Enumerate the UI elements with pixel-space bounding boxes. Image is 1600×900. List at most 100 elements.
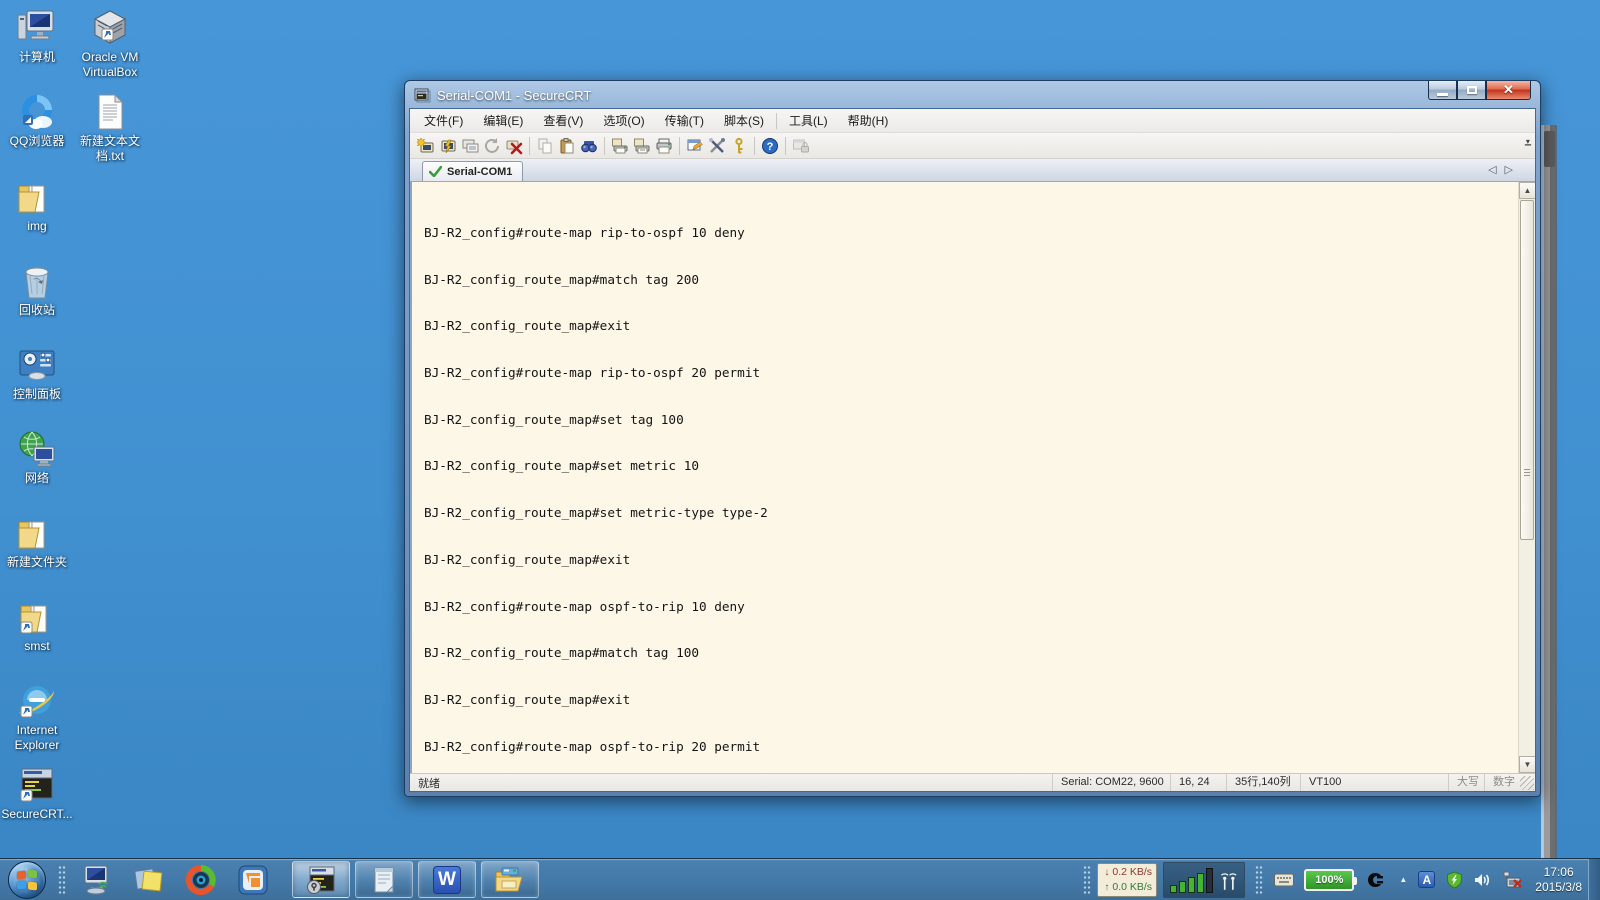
close-icon: ✕	[1503, 82, 1514, 98]
maximize-button[interactable]	[1457, 81, 1486, 100]
tab-label: Serial-COM1	[447, 166, 512, 178]
status-emulation: VT100	[1300, 774, 1364, 791]
signal-strength-widget[interactable]	[1163, 862, 1245, 898]
wps-icon: W	[433, 866, 461, 894]
scroll-up-icon[interactable]: ▲	[1519, 182, 1535, 199]
sticky-notes-icon[interactable]	[132, 863, 166, 897]
close-button[interactable]: ✕	[1486, 81, 1531, 100]
tab-bar: Serial-COM1 ◁▷	[410, 159, 1535, 182]
security-shield-icon[interactable]	[1446, 871, 1463, 889]
desktop-icon-img[interactable]: img	[0, 177, 78, 234]
toolbar-overflow-icon[interactable]: ▾▔	[1525, 138, 1531, 154]
network-disconnected-icon[interactable]	[1503, 871, 1523, 889]
menu-edit[interactable]: 编辑(E)	[473, 110, 533, 132]
volume-icon[interactable]	[1474, 872, 1492, 888]
menu-help[interactable]: 帮助(H)	[838, 110, 899, 132]
securecrt-window-icon	[414, 88, 431, 103]
print-preview-icon[interactable]	[609, 136, 631, 156]
scrollbar-thumb[interactable]	[1520, 200, 1534, 540]
folder-icon	[16, 177, 58, 217]
terminal-area[interactable]: BJ-R2_config#route-map rip-to-ospf 10 de…	[410, 182, 1535, 773]
taskbar-app-wps[interactable]: W	[418, 861, 476, 898]
menu-view[interactable]: 查看(V)	[533, 110, 593, 132]
terminal-scrollbar[interactable]: ▲ ▼	[1518, 182, 1535, 773]
keyboard-icon[interactable]	[1274, 873, 1294, 887]
terminal-text: BJ-R2_config#route-map rip-to-ospf 10 de…	[424, 195, 768, 773]
battery-indicator[interactable]: 100%	[1304, 869, 1354, 891]
connect-icon[interactable]	[437, 136, 459, 156]
vmware-icon[interactable]	[236, 863, 270, 897]
signal-bar	[1206, 868, 1213, 893]
quick-connect-icon[interactable]	[415, 136, 437, 156]
desktop-icon-label: 控制面板	[0, 387, 78, 402]
tab-serial-com1[interactable]: Serial-COM1	[422, 161, 523, 181]
menu-tools[interactable]: 工具(L)	[779, 110, 838, 132]
desktop-icon-label: smst	[0, 639, 78, 654]
signal-bar	[1197, 873, 1204, 893]
show-hidden-icons-button[interactable]: ▲	[1399, 875, 1407, 884]
resize-grip[interactable]	[1520, 776, 1534, 790]
print-icon[interactable]	[653, 136, 675, 156]
download-speed: 0.2 KB/s	[1112, 866, 1152, 878]
terminal-line: BJ-R2_config_route_map#exit	[424, 552, 768, 569]
desktop-icon-securecrt[interactable]: SecureCRT...	[0, 765, 78, 822]
windows-flag-icon	[17, 870, 26, 879]
menu-options[interactable]: 选项(O)	[593, 110, 654, 132]
terminal-line: BJ-R2_config_route_map#set metric 10	[424, 458, 768, 475]
window-titlebar[interactable]: Serial-COM1 - SecureCRT	[405, 81, 1540, 107]
desktop-icon-new-folder[interactable]: 新建文件夹	[0, 513, 78, 570]
folder-shortcut-icon	[16, 597, 58, 637]
desktop-icon-virtualbox[interactable]: Oracle VM VirtualBox	[69, 8, 151, 80]
taskbar-app-securecrt[interactable]	[292, 861, 350, 898]
desktop-icon-computer[interactable]: 计算机	[0, 8, 78, 65]
desktop-icon-label: Internet Explorer	[0, 723, 78, 753]
taskbar-clock[interactable]: 17:06 2015/3/8	[1535, 865, 1582, 895]
paste-icon[interactable]	[556, 136, 578, 156]
print-setup-icon[interactable]	[631, 136, 653, 156]
tray-grip[interactable]	[1083, 865, 1091, 895]
power-plug-icon[interactable]	[1365, 871, 1385, 889]
copy-icon[interactable]	[534, 136, 556, 156]
keymap-icon[interactable]	[728, 136, 750, 156]
desktop-icon-network[interactable]: 网络	[0, 429, 78, 486]
input-method-indicator[interactable]: A	[1418, 871, 1435, 888]
desktop-icon-label: Oracle VM VirtualBox	[69, 50, 151, 80]
help-icon[interactable]: ?	[759, 136, 781, 156]
taskbar: W ↓0.2 KB/s ↑0.0 KB/s 100% ▲ A	[0, 858, 1600, 900]
menu-transfer[interactable]: 传输(T)	[655, 110, 714, 132]
taskbar-app-explorer[interactable]	[481, 861, 539, 898]
status-terminal-size: 35行,140列	[1226, 774, 1300, 791]
connect-in-tab-icon[interactable]	[459, 136, 481, 156]
tab-scroll-arrows[interactable]: ◁▷	[1488, 163, 1521, 176]
find-icon[interactable]	[578, 136, 600, 156]
global-options-icon[interactable]	[706, 136, 728, 156]
remote-desktop-icon[interactable]	[80, 863, 114, 897]
toolbar-separator	[785, 137, 786, 155]
menu-separator	[776, 113, 777, 129]
show-desktop-button[interactable]	[1588, 859, 1600, 900]
reconnect-icon[interactable]	[481, 136, 503, 156]
taskbar-grip[interactable]	[58, 865, 66, 895]
menu-script[interactable]: 脚本(S)	[714, 110, 774, 132]
recycle-bin-icon	[16, 261, 58, 301]
start-button[interactable]	[8, 861, 46, 899]
menu-file[interactable]: 文件(F)	[414, 110, 473, 132]
window-body: 文件(F) 编辑(E) 查看(V) 选项(O) 传输(T) 脚本(S) 工具(L…	[409, 108, 1536, 792]
minimize-button[interactable]	[1428, 81, 1457, 100]
disconnect-icon[interactable]	[503, 136, 525, 156]
desktop-icon-smst[interactable]: smst	[0, 597, 78, 654]
desktop-icon-label: 计算机	[0, 50, 78, 65]
tray-grip[interactable]	[1255, 865, 1263, 895]
network-speed-widget[interactable]: ↓0.2 KB/s ↑0.0 KB/s	[1097, 863, 1157, 897]
desktop-icon-internet-explorer[interactable]: Internet Explorer	[0, 681, 78, 753]
scroll-down-icon[interactable]: ▼	[1519, 756, 1535, 773]
menu-bar: 文件(F) 编辑(E) 查看(V) 选项(O) 传输(T) 脚本(S) 工具(L…	[410, 109, 1535, 133]
taskbar-app-notepad[interactable]	[355, 861, 413, 898]
desktop-icon-text-file[interactable]: 新建文本文档.txt	[69, 92, 151, 164]
circular-app-icon[interactable]	[184, 863, 218, 897]
desktop-icon-recycle-bin[interactable]: 回收站	[0, 261, 78, 318]
desktop-icon-qq-browser[interactable]: QQ浏览器	[0, 92, 78, 149]
session-options-icon[interactable]	[684, 136, 706, 156]
desktop-icon-control-panel[interactable]: 控制面板	[0, 345, 78, 402]
session-lock-icon[interactable]	[790, 136, 812, 156]
